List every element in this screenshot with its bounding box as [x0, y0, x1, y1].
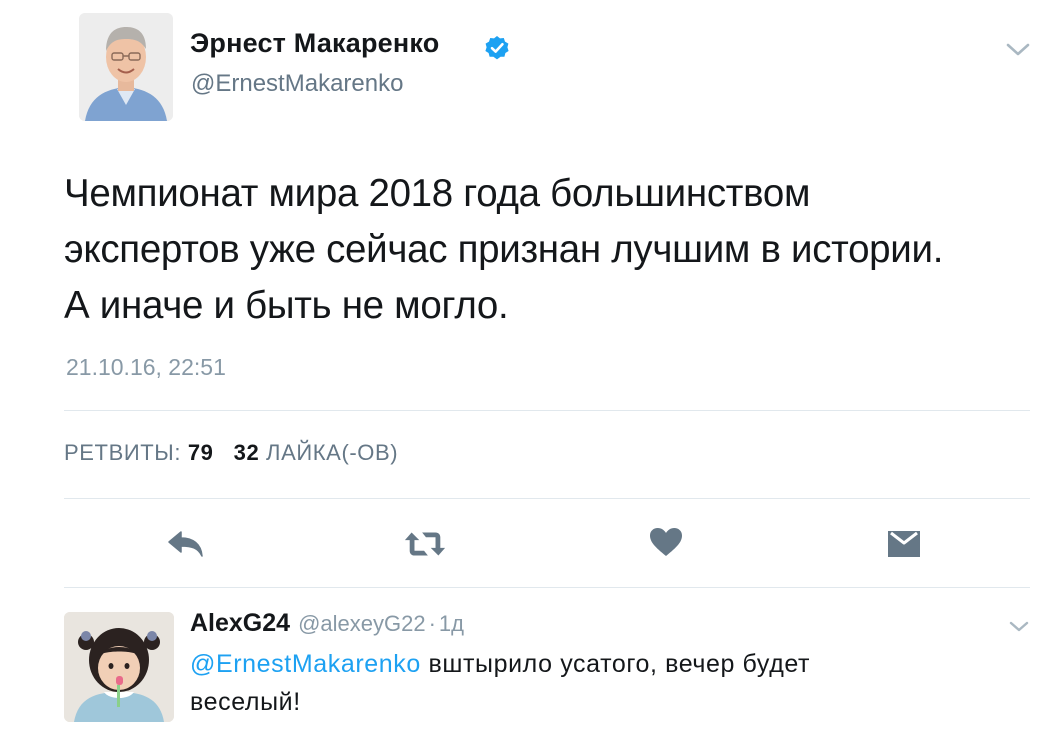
reply-button[interactable]	[163, 526, 207, 562]
tweet-text-line: экспертов уже сейчас признан лучшим в ис…	[64, 228, 944, 271]
reply-avatar[interactable]	[64, 612, 174, 722]
tweet-text: Чемпионат мира 2018 года большинством эк…	[64, 166, 1044, 334]
child-photo-avatar	[64, 612, 174, 722]
tweet-text-line: А иначе и быть не могло.	[64, 284, 509, 327]
reply-text-line: веселый!	[190, 688, 301, 716]
reply-text: @ErnestMakarenko вштырило усатого, вечер…	[190, 645, 1030, 721]
divider	[64, 410, 1030, 411]
retweet-button[interactable]	[403, 526, 447, 562]
retweets-count[interactable]: 79	[188, 440, 214, 465]
author-avatar[interactable]	[79, 13, 173, 121]
reply-header: AlexG24 @alexeyG22 · 1д	[190, 609, 464, 638]
likes-label: ЛАЙКА(-ОВ)	[266, 440, 399, 465]
mention-link[interactable]: @ErnestMakarenko	[190, 650, 421, 678]
reply-author-name[interactable]: AlexG24	[190, 609, 290, 637]
separator-dot: ·	[428, 611, 436, 636]
reply-time[interactable]: 1д	[439, 611, 464, 636]
person-photo-avatar	[79, 13, 173, 121]
reply-text-line: вштырило усатого, вечер будет	[420, 650, 811, 678]
chevron-down-icon[interactable]	[1008, 619, 1030, 635]
author-handle[interactable]: @ErnestMakarenko	[191, 70, 403, 98]
reply-author-handle[interactable]: @alexeyG22	[298, 611, 426, 636]
like-button[interactable]	[644, 524, 688, 560]
retweets-label: РЕТВИТЫ:	[64, 440, 182, 465]
reply-arrow-icon	[168, 531, 203, 557]
likes-count[interactable]: 32	[234, 440, 260, 465]
direct-message-button[interactable]	[882, 526, 926, 562]
tweet-stats: РЕТВИТЫ: 79 32 ЛАЙКА(-ОВ)	[64, 440, 398, 466]
divider	[64, 498, 1030, 499]
tweet-text-line: Чемпионат мира 2018 года большинством	[64, 172, 811, 215]
heart-icon	[650, 528, 682, 556]
tweet-timestamp[interactable]: 21.10.16, 22:51	[66, 354, 226, 381]
author-name[interactable]: Эрнест Макаренко	[190, 28, 439, 59]
verified-badge-icon	[485, 36, 509, 60]
retweet-icon	[404, 532, 446, 556]
envelope-icon	[888, 531, 920, 557]
chevron-down-icon[interactable]	[1005, 41, 1031, 59]
divider	[64, 587, 1030, 588]
